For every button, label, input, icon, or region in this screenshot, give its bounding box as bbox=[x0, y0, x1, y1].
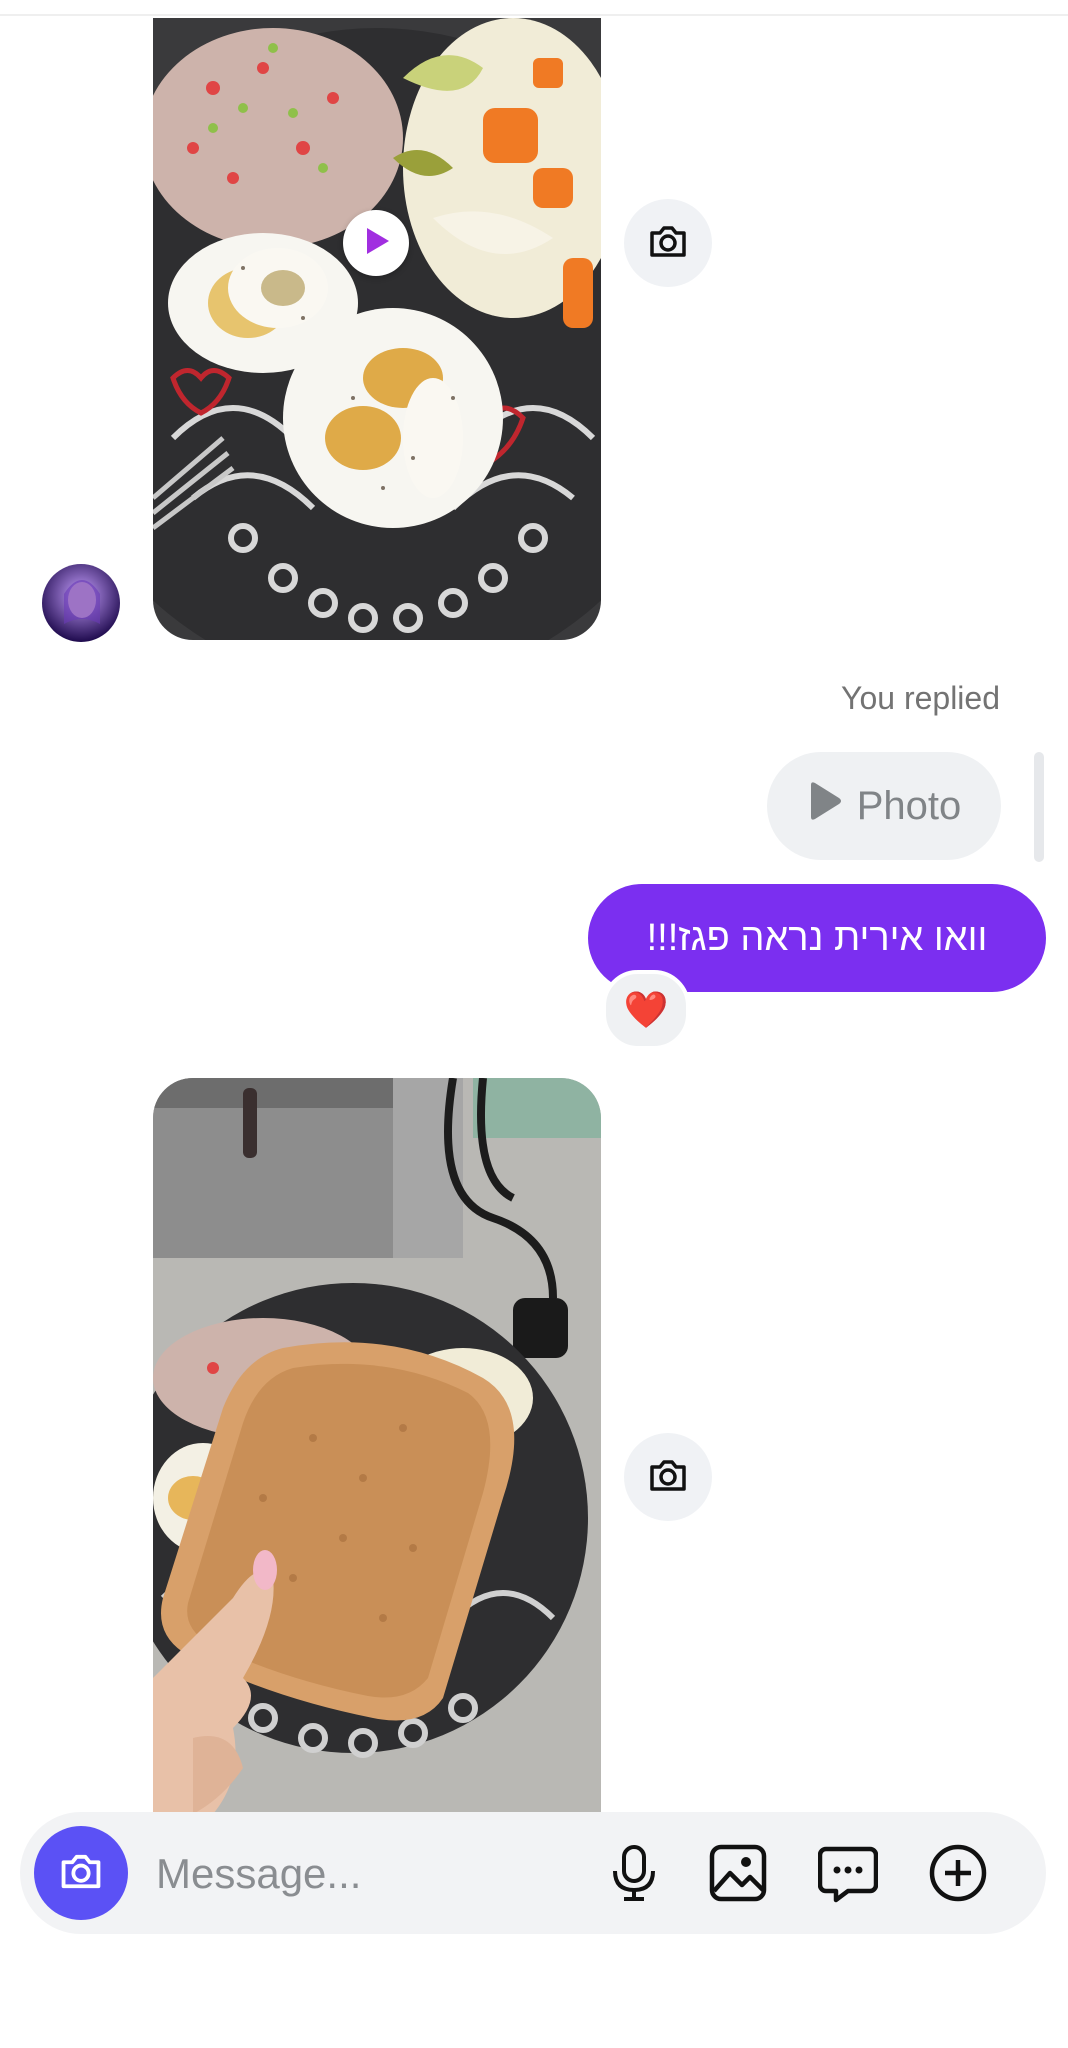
camera-reply-button[interactable] bbox=[624, 199, 712, 287]
food-plate-image bbox=[153, 18, 601, 640]
camera-icon bbox=[646, 1453, 690, 1502]
play-icon bbox=[359, 224, 393, 263]
toast-photo-image bbox=[153, 1078, 601, 1814]
received-video-food-plate[interactable] bbox=[153, 18, 601, 640]
play-icon bbox=[807, 781, 843, 831]
camera-reply-button-2[interactable] bbox=[624, 1433, 712, 1521]
you-replied-label: You replied bbox=[841, 680, 1000, 716]
microphone-icon[interactable] bbox=[604, 1843, 664, 1903]
chat-sticker-icon[interactable] bbox=[818, 1843, 878, 1903]
received-photo-toast[interactable] bbox=[153, 1078, 601, 1814]
avatar[interactable] bbox=[42, 564, 120, 642]
message-composer bbox=[20, 1812, 1046, 1934]
composer-camera-button[interactable] bbox=[34, 1826, 128, 1920]
camera-icon bbox=[57, 1847, 105, 1900]
play-button[interactable] bbox=[343, 210, 409, 276]
gallery-icon[interactable] bbox=[708, 1843, 768, 1903]
message-input[interactable] bbox=[154, 1840, 598, 1908]
camera-icon bbox=[646, 219, 690, 268]
heart-reaction[interactable]: ❤️ bbox=[602, 970, 690, 1050]
reply-preview-photo[interactable]: Photo bbox=[767, 752, 1001, 860]
plus-icon[interactable] bbox=[928, 1843, 988, 1903]
reply-quote-bar bbox=[1034, 752, 1044, 862]
top-divider bbox=[0, 14, 1068, 16]
reply-preview-label: Photo bbox=[856, 783, 962, 828]
